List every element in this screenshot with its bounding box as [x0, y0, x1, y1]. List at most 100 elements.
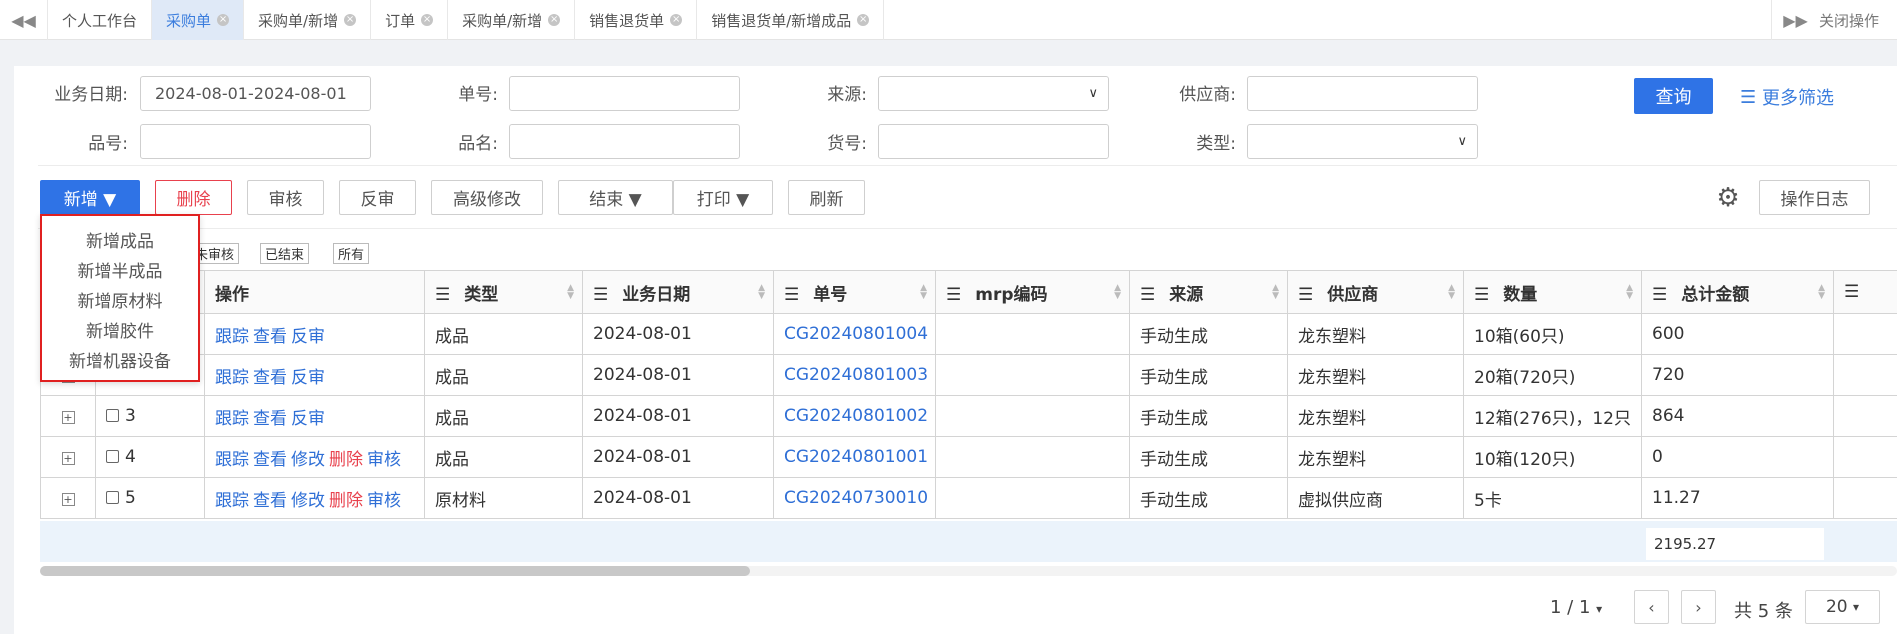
- row-action-link[interactable]: 查看: [253, 368, 287, 388]
- order-code-link[interactable]: CG20240801002: [784, 406, 928, 426]
- row-checkbox[interactable]: [106, 450, 119, 463]
- tab-purchase-order-new[interactable]: 采购单/新增 ×: [244, 0, 372, 40]
- business-date-field[interactable]: 2024-08-01-2024-08-01: [140, 76, 371, 111]
- row-action-link[interactable]: 查看: [253, 409, 287, 429]
- column-menu-icon[interactable]: ☰: [593, 285, 608, 305]
- print-button[interactable]: 打印 ▼: [673, 180, 773, 215]
- tab-scroll-right-icon[interactable]: ▶▶: [1771, 0, 1819, 40]
- close-icon[interactable]: ×: [857, 14, 870, 26]
- more-filter-link[interactable]: ☰ 更多筛选: [1740, 84, 1834, 110]
- menu-item-new-raw-material[interactable]: 新增原材料: [42, 284, 198, 314]
- tab-workbench[interactable]: 个人工作台: [48, 0, 153, 40]
- col-mrp[interactable]: ☰ mrp编码 ▲ ▼: [935, 270, 1130, 314]
- row-action-link[interactable]: 跟踪: [215, 409, 249, 429]
- table-row[interactable]: +1跟踪查看反审成品2024-08-01CG20240801004手动生成龙东塑…: [40, 313, 1897, 355]
- source-select[interactable]: ∨: [878, 76, 1109, 111]
- row-action-link[interactable]: 删除: [329, 491, 363, 511]
- col-code[interactable]: ☰ 单号 ▲ ▼: [773, 270, 936, 314]
- row-action-link[interactable]: 查看: [253, 491, 287, 511]
- status-tag-finished[interactable]: 已结束: [260, 243, 310, 264]
- column-menu-icon[interactable]: ☰: [1474, 285, 1489, 305]
- refresh-button[interactable]: 刷新: [788, 180, 865, 215]
- row-action-link[interactable]: 反审: [291, 409, 325, 429]
- order-code-link[interactable]: CG20240730010: [784, 488, 928, 508]
- tab-purchase-order-new-2[interactable]: 采购单/新增 ×: [448, 0, 576, 40]
- row-action-link[interactable]: 反审: [291, 327, 325, 347]
- row-action-link[interactable]: 跟踪: [215, 491, 249, 511]
- column-menu-icon[interactable]: ☰: [1844, 282, 1859, 302]
- row-checkbox[interactable]: [106, 409, 119, 422]
- row-action-link[interactable]: 修改: [291, 450, 325, 470]
- supplier-input[interactable]: [1247, 76, 1478, 111]
- tab-order[interactable]: 订单 ×: [371, 0, 449, 40]
- row-action-link[interactable]: 跟踪: [215, 327, 249, 347]
- table-row[interactable]: +5 跟踪 查看 修改 删除 审核 原材料 2024-08-01 CG20240730010 手动…: [40, 477, 1897, 519]
- delete-button[interactable]: 删除: [155, 180, 232, 215]
- horizontal-scrollbar[interactable]: [40, 566, 750, 576]
- tab-sales-return[interactable]: 销售退货单 ×: [575, 0, 698, 40]
- gear-icon[interactable]: ⚙: [1713, 183, 1743, 213]
- order-no-input[interactable]: [509, 76, 740, 111]
- row-action-link[interactable]: 查看: [253, 327, 287, 347]
- col-amount[interactable]: ☰ 总计金额 ▲ ▼: [1641, 270, 1834, 314]
- add-button[interactable]: 新增 ▼: [40, 180, 140, 215]
- expand-icon[interactable]: +: [61, 452, 75, 465]
- col-supplier[interactable]: ☰ 供应商 ▲ ▼: [1287, 270, 1464, 314]
- expand-cell[interactable]: +: [40, 436, 96, 478]
- table-row[interactable]: +2跟踪查看反审成品2024-08-01CG20240801003手动生成龙东塑…: [40, 354, 1897, 396]
- row-action-link[interactable]: 修改: [291, 491, 325, 511]
- type-select[interactable]: ∨: [1247, 124, 1478, 159]
- item-no-input[interactable]: [140, 124, 371, 159]
- col-type[interactable]: ☰ 类型 ▲ ▼: [424, 270, 583, 314]
- goods-no-input[interactable]: [878, 124, 1109, 159]
- column-menu-icon[interactable]: ☰: [1298, 285, 1313, 305]
- row-action-link[interactable]: 反审: [291, 368, 325, 388]
- close-icon[interactable]: ×: [421, 14, 434, 26]
- close-icon[interactable]: ×: [670, 14, 683, 26]
- expand-cell[interactable]: +: [40, 395, 96, 437]
- row-action-link[interactable]: 跟踪: [215, 450, 249, 470]
- order-code-link[interactable]: CG20240801003: [784, 365, 928, 385]
- sort-icon[interactable]: ▲ ▼: [1626, 284, 1633, 301]
- advanced-edit-button[interactable]: 高级修改: [431, 180, 543, 215]
- tab-sales-return-new-product[interactable]: 销售退货单/新增成品 ×: [697, 0, 885, 40]
- row-action-link[interactable]: 审核: [367, 491, 401, 511]
- page-size-select[interactable]: 20 ▾: [1805, 590, 1880, 624]
- table-row[interactable]: +3 跟踪 查看 反审 成品 2024-08-01 CG20240801002 手动生成 龙东塑…: [40, 395, 1897, 437]
- close-icon[interactable]: ×: [344, 14, 357, 26]
- row-action-link[interactable]: 跟踪: [215, 368, 249, 388]
- unaudit-button[interactable]: 反审: [339, 180, 416, 215]
- expand-icon[interactable]: +: [61, 493, 75, 506]
- menu-item-new-machine[interactable]: 新增机器设备: [42, 344, 198, 374]
- expand-cell[interactable]: +: [40, 477, 96, 519]
- row-action-link[interactable]: 查看: [253, 450, 287, 470]
- operation-log-button[interactable]: 操作日志: [1759, 180, 1870, 215]
- expand-icon[interactable]: +: [61, 411, 75, 424]
- item-name-input[interactable]: [509, 124, 740, 159]
- sort-icon[interactable]: ▲ ▼: [567, 284, 574, 301]
- close-icon[interactable]: ×: [217, 14, 230, 26]
- col-source[interactable]: ☰ 来源 ▲ ▼: [1129, 270, 1288, 314]
- next-page-button[interactable]: ›: [1681, 590, 1716, 624]
- sort-icon[interactable]: ▲ ▼: [758, 284, 765, 301]
- tab-scroll-left-icon[interactable]: ◀◀: [0, 0, 48, 40]
- sort-icon[interactable]: ▲ ▼: [1272, 284, 1279, 301]
- prev-page-button[interactable]: ‹: [1634, 590, 1669, 624]
- close-operations-button[interactable]: 关闭操作: [1819, 0, 1879, 40]
- row-action-link[interactable]: 审核: [367, 450, 401, 470]
- menu-item-new-product[interactable]: 新增成品: [42, 224, 198, 254]
- page-indicator[interactable]: 1 / 1 ▾: [1550, 597, 1602, 618]
- status-tag-all[interactable]: 所有: [333, 243, 370, 264]
- column-menu-icon[interactable]: ☰: [1140, 285, 1155, 305]
- sort-icon[interactable]: ▲ ▼: [1818, 284, 1825, 301]
- col-qty[interactable]: ☰ 数量 ▲ ▼: [1463, 270, 1642, 314]
- close-icon[interactable]: ×: [548, 14, 561, 26]
- column-menu-icon[interactable]: ☰: [946, 285, 961, 305]
- column-menu-icon[interactable]: ☰: [435, 285, 450, 305]
- tab-purchase-order[interactable]: 采购单 ×: [152, 0, 245, 40]
- table-row[interactable]: +4 跟踪 查看 修改 删除 审核 成品 2024-08-01 CG20240801001 手动生…: [40, 436, 1897, 478]
- menu-item-new-rubber-part[interactable]: 新增胶件: [42, 314, 198, 344]
- query-button[interactable]: 查询: [1634, 78, 1713, 114]
- sort-icon[interactable]: ▲ ▼: [1114, 284, 1121, 301]
- sort-icon[interactable]: ▲ ▼: [920, 284, 927, 301]
